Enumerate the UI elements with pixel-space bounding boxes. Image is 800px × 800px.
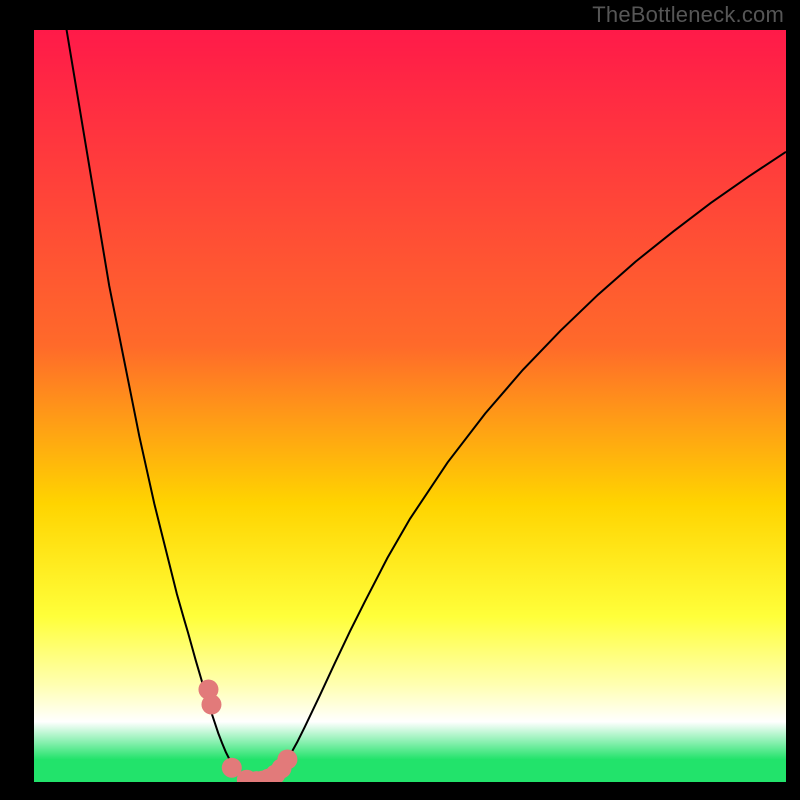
chart-svg [34,30,786,782]
data-marker [201,695,221,715]
chart-plot-area [34,30,786,782]
chart-frame: TheBottleneck.com [0,0,800,800]
watermark-text: TheBottleneck.com [592,2,784,28]
data-marker [277,749,297,769]
gradient-background [34,30,786,782]
